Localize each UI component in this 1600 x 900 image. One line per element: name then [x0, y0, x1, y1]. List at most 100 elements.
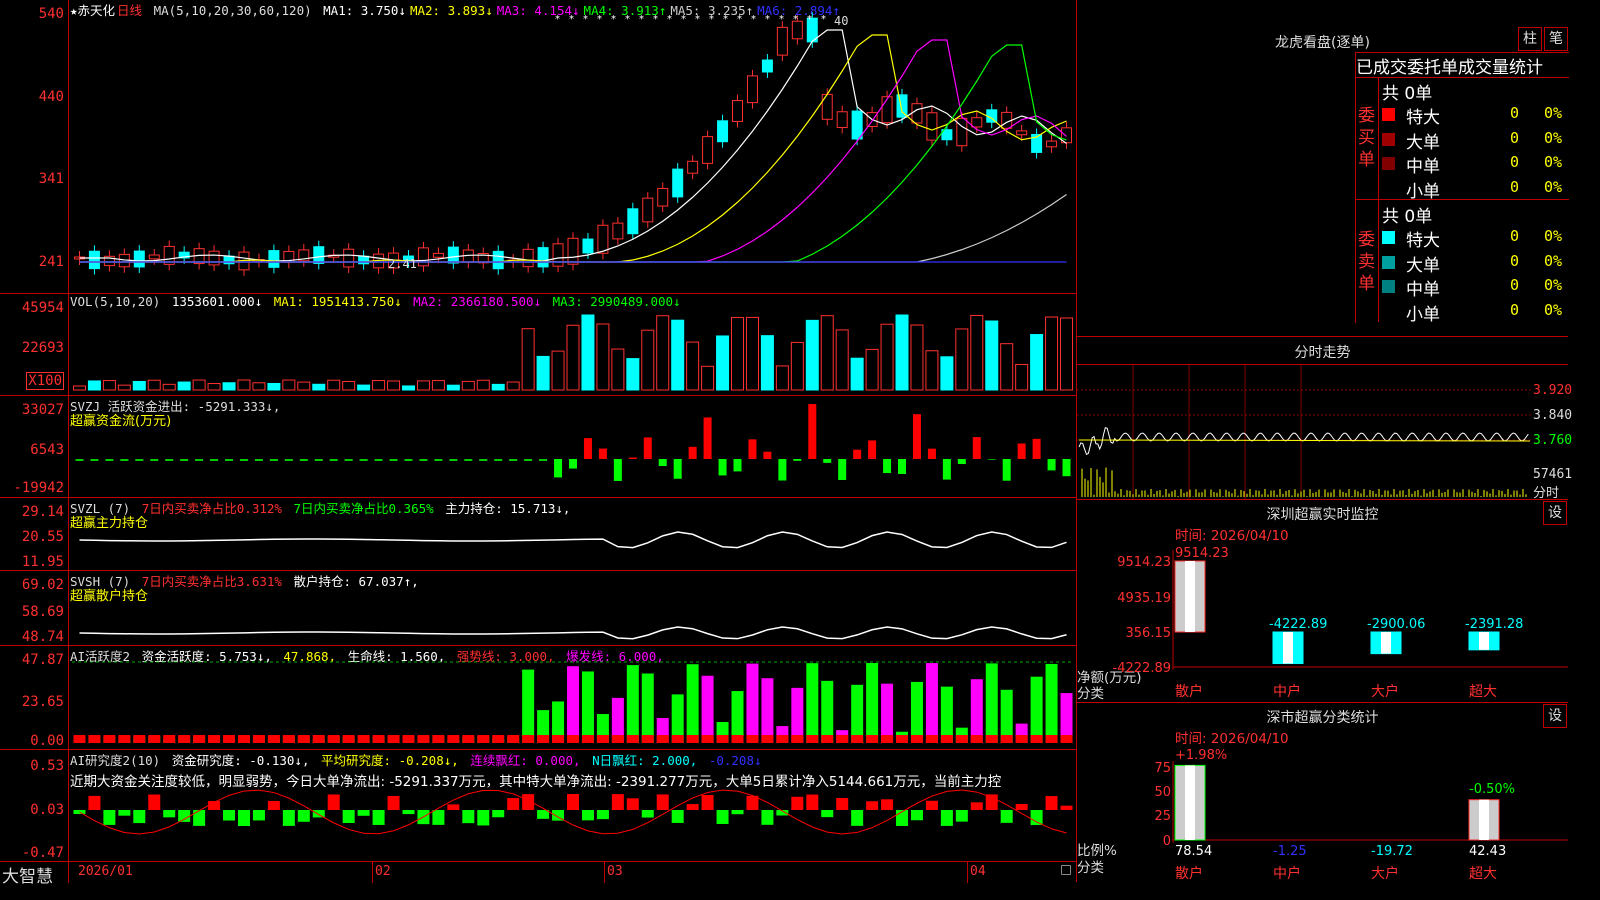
- volume-panel[interactable]: 45954 22693 X100 VOL(5,10,20) 1353601.00…: [0, 294, 1076, 396]
- candle: [881, 96, 893, 124]
- chart-area[interactable]: 540 440 341 241 ★赤天化 日线 MA(5,10,20,30,60,…: [0, 0, 1076, 887]
- ai-activity-panel[interactable]: 47.87 23.65 0.00 AI活跃度2 资金活跃度: 5.753↓, 4…: [0, 646, 1076, 750]
- activity-base: [910, 735, 923, 743]
- volume-bar: [267, 382, 281, 391]
- activity-base: [507, 735, 520, 743]
- monitor-chart[interactable]: 9514.23 4935.19 356.15 -4222.89 9514.23 散户 -42…: [1077, 500, 1568, 702]
- activity-bar: [910, 681, 923, 743]
- activity-base: [223, 735, 236, 743]
- tick-mode-button[interactable]: 笔: [1544, 27, 1568, 51]
- ma-line: [79, 44, 1067, 263]
- flow-bar: [569, 459, 577, 469]
- activity-base: [761, 735, 774, 743]
- bar-mode-button[interactable]: 柱: [1518, 27, 1542, 51]
- research-bar: [267, 800, 280, 810]
- classify-bar-value: 42.43: [1469, 844, 1506, 859]
- flow-bar: [479, 459, 488, 461]
- intraday-chart[interactable]: [1077, 337, 1568, 499]
- volume-bar: [835, 329, 849, 391]
- classify-axis-label: 25: [1154, 809, 1171, 824]
- svsh-chart[interactable]: [0, 571, 1076, 645]
- flow-bar: [494, 459, 503, 461]
- volume-bar: [1060, 317, 1074, 391]
- research-bar: [791, 796, 804, 810]
- flow-bar: [912, 414, 921, 459]
- activity-base: [881, 735, 894, 743]
- candle: [358, 255, 370, 265]
- monitor-panel[interactable]: 深圳超赢实时监控 设 时间: 2026/04/10 净额(万元) 分类 9514…: [1077, 500, 1568, 703]
- brand-label[interactable]: 大智慧: [2, 862, 53, 887]
- order-color-swatch: [1382, 157, 1395, 170]
- monitor-category-label: 散户: [1175, 683, 1203, 700]
- flow-bar: [524, 459, 533, 461]
- lock-icon[interactable]: [1061, 865, 1071, 875]
- order-size-label: 大单: [1406, 132, 1440, 153]
- flow-bar: [90, 459, 99, 461]
- classify-bar-highlight: [1185, 765, 1195, 840]
- buy-label: 委买单: [1358, 106, 1375, 170]
- classify-panel[interactable]: 深市超赢分类统计 设 时间: 2026/04/10 比例% 分类 75 50 25 0…: [1077, 703, 1568, 882]
- flow-bar: [554, 459, 563, 478]
- volume-bar: [222, 382, 236, 391]
- research-bar: [970, 802, 983, 810]
- activity-base: [357, 735, 370, 743]
- intraday-panel[interactable]: 分时走势 3.920 3.840 3.760 57461 分时: [1077, 337, 1572, 501]
- research-bar: [387, 795, 400, 810]
- activity-base: [252, 735, 265, 743]
- price-panel[interactable]: 540 440 341 241 ★赤天化 日线 MA(5,10,20,30,60,…: [0, 0, 1076, 294]
- activity-base: [267, 735, 280, 743]
- candle: [88, 250, 100, 270]
- candle: [821, 93, 833, 120]
- candlestick-chart[interactable]: * * * * * * * * * * * * * * * * * * * *: [0, 0, 1076, 293]
- volume-bar: [910, 324, 924, 391]
- date-label: 2026/01: [78, 864, 133, 879]
- flow-bar: [344, 459, 353, 461]
- research-bar: [477, 810, 490, 826]
- monitor-category-label: 大户: [1371, 683, 1399, 700]
- activity-base: [686, 735, 699, 743]
- classify-chart[interactable]: 75 50 25 0 78.54 散户 -1.25 中户 -19.72 大户 42.43 超大 +1.9…: [1077, 703, 1568, 882]
- ai-research-panel[interactable]: 0.53 0.03 -0.47 AI研究度2(10) 资金研究度: -0.130…: [0, 750, 1076, 861]
- flow-bar: [598, 448, 607, 459]
- flow-bar: [105, 459, 114, 461]
- volume-bar: [536, 355, 550, 391]
- research-bar: [955, 810, 968, 822]
- svzj-chart[interactable]: [0, 396, 1076, 497]
- volume-chart[interactable]: [0, 294, 1076, 395]
- svzl-chart[interactable]: [0, 498, 1076, 570]
- classify-bar-value: -1.25: [1273, 844, 1307, 859]
- sell-label: 委卖单: [1358, 230, 1375, 294]
- svzj-panel[interactable]: 33027 6543 -19942 SVZJ 活跃资金进出: -5291.333…: [0, 396, 1076, 498]
- candle: [657, 187, 669, 207]
- research-bar: [118, 810, 131, 816]
- activity-base: [836, 735, 849, 743]
- activity-base: [701, 735, 714, 743]
- svzl-panel[interactable]: 29.14 20.55 11.95 SVZL (7) 7日内买卖净占比0.312…: [0, 498, 1076, 571]
- volume-bar: [431, 380, 445, 391]
- research-bar: [596, 810, 609, 820]
- candle: [313, 246, 325, 264]
- volume-bar: [72, 385, 86, 391]
- flow-bar: [539, 459, 548, 461]
- research-bar: [806, 794, 819, 810]
- star-marker: *: [597, 14, 602, 25]
- candle: [567, 237, 579, 265]
- activity-bar: [851, 684, 864, 743]
- research-bar: [342, 810, 355, 824]
- activity-base: [552, 735, 565, 743]
- order-percent: 0%: [1544, 128, 1563, 147]
- research-bar: [611, 794, 624, 810]
- ai-activity-chart[interactable]: [0, 646, 1076, 749]
- order-size-label: 特大: [1406, 108, 1440, 128]
- volume-bar: [865, 348, 879, 391]
- candle: [672, 168, 684, 198]
- flow-bar: [434, 459, 443, 461]
- monitor-bar-highlight: [1479, 632, 1489, 650]
- order-percent: 0%: [1544, 227, 1563, 245]
- svsh-panel[interactable]: 69.02 58.69 48.74 SVSH (7) 7日内买卖净占比3.631…: [0, 571, 1076, 646]
- activity-base: [178, 735, 191, 743]
- dragon-panel: 龙虎看盘(逐单) 柱 笔 已成交委托单成交量统计 委买单 委卖单 共 0单 共 …: [1077, 0, 1569, 337]
- ai-research-chart[interactable]: [0, 750, 1076, 861]
- research-bar: [462, 810, 475, 824]
- monitor-axis-label: 9514.23: [1117, 555, 1171, 570]
